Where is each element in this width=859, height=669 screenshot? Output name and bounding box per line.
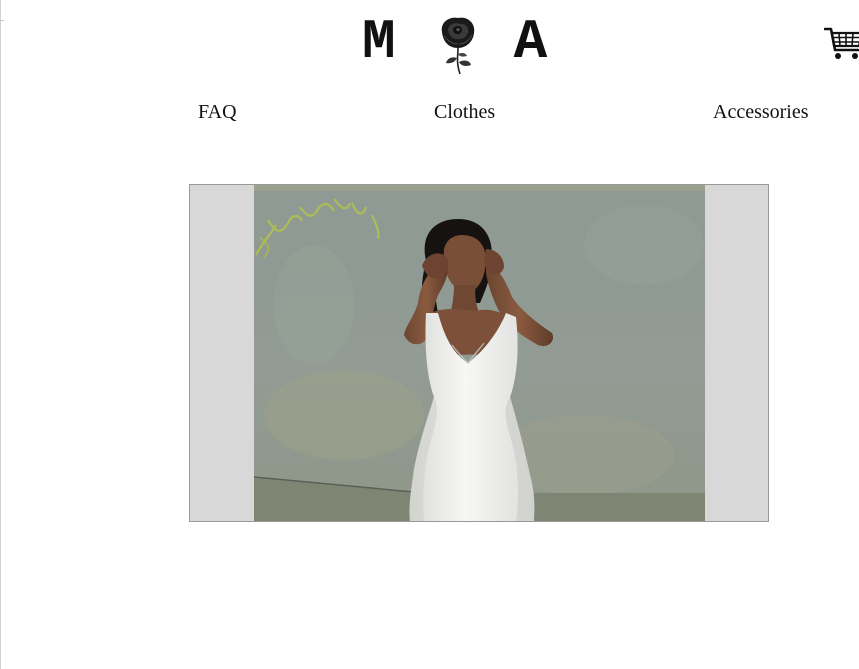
model-photo xyxy=(254,185,705,521)
brand-logo[interactable]: M A xyxy=(362,14,547,76)
logo-letter-a: A xyxy=(513,10,548,74)
product-slideshow[interactable] xyxy=(189,184,769,522)
nav-link-clothes[interactable]: Clothes xyxy=(434,100,495,124)
page: M A FAQ Clothes Accessories xyxy=(0,0,859,669)
logo-letter-m: M xyxy=(362,10,396,74)
rose-icon xyxy=(441,17,474,75)
window-left-border xyxy=(0,0,1,669)
nav-link-accessories[interactable]: Accessories xyxy=(713,100,809,124)
shopping-cart-icon[interactable] xyxy=(824,22,859,62)
nav-link-faq[interactable]: FAQ xyxy=(198,100,237,124)
window-left-border-tick xyxy=(0,20,4,21)
